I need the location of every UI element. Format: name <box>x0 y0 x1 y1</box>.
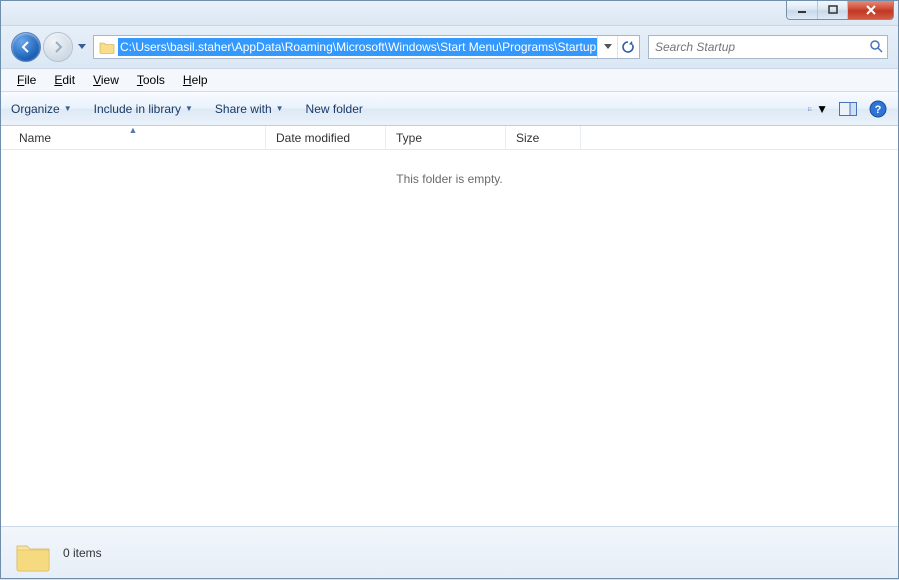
preview-pane-button[interactable] <box>838 99 858 119</box>
close-button[interactable] <box>847 1 893 19</box>
toolbar-right: ▼ ? <box>808 99 888 119</box>
empty-folder-message: This folder is empty. <box>1 150 898 186</box>
address-bar[interactable]: C:\Users\basil.staher\AppData\Roaming\Mi… <box>93 35 640 59</box>
svg-text:?: ? <box>875 104 882 116</box>
explorer-window: C:\Users\basil.staher\AppData\Roaming\Mi… <box>0 0 899 579</box>
chevron-down-icon: ▼ <box>185 104 193 113</box>
include-label: Include in library <box>94 102 181 116</box>
refresh-icon <box>621 40 635 54</box>
column-date-modified[interactable]: Date modified <box>266 126 386 149</box>
chevron-down-icon <box>78 44 86 50</box>
address-path[interactable]: C:\Users\basil.staher\AppData\Roaming\Mi… <box>118 38 597 56</box>
folder-large-icon <box>11 533 51 573</box>
nav-button-group <box>11 32 89 62</box>
status-bar: 0 items <box>1 526 898 578</box>
minimize-button[interactable] <box>787 1 817 19</box>
help-icon: ? <box>869 100 887 118</box>
new-folder-label: New folder <box>306 102 363 116</box>
column-name-label: Name <box>19 131 51 145</box>
column-name[interactable]: Name ▲ <box>1 126 266 149</box>
address-dropdown[interactable] <box>597 36 617 58</box>
organize-label: Organize <box>11 102 60 116</box>
file-list-area[interactable]: This folder is empty. <box>1 150 898 526</box>
menu-help[interactable]: Help <box>175 71 216 89</box>
menu-bar: File Edit View Tools Help <box>1 69 898 92</box>
menu-tools[interactable]: Tools <box>129 71 173 89</box>
arrow-left-icon <box>19 40 33 54</box>
back-button[interactable] <box>11 32 41 62</box>
view-list-icon <box>808 101 813 117</box>
status-item-count: 0 items <box>63 546 102 560</box>
search-box[interactable] <box>648 35 888 59</box>
column-type-label: Type <box>396 131 422 145</box>
menu-file[interactable]: File <box>9 71 44 89</box>
folder-icon <box>98 38 116 56</box>
column-type[interactable]: Type <box>386 126 506 149</box>
share-label: Share with <box>215 102 272 116</box>
window-controls <box>786 1 894 20</box>
preview-pane-icon <box>839 102 857 116</box>
column-size-label: Size <box>516 131 539 145</box>
maximize-button[interactable] <box>817 1 847 19</box>
help-button[interactable]: ? <box>868 99 888 119</box>
view-options-button[interactable]: ▼ <box>808 99 828 119</box>
new-folder-button[interactable]: New folder <box>306 102 363 116</box>
chevron-down-icon: ▼ <box>276 104 284 113</box>
chevron-down-icon: ▼ <box>816 102 828 116</box>
search-icon[interactable] <box>869 39 883 56</box>
nav-history-dropdown[interactable] <box>75 37 89 57</box>
share-with-button[interactable]: Share with ▼ <box>215 102 284 116</box>
menu-edit[interactable]: Edit <box>46 71 83 89</box>
organize-button[interactable]: Organize ▼ <box>11 102 72 116</box>
column-headers: Name ▲ Date modified Type Size <box>1 126 898 150</box>
navigation-row: C:\Users\basil.staher\AppData\Roaming\Mi… <box>1 25 898 69</box>
chevron-down-icon: ▼ <box>64 104 72 113</box>
refresh-button[interactable] <box>617 36 637 58</box>
arrow-right-icon <box>51 40 65 54</box>
sort-ascending-icon: ▲ <box>129 125 138 135</box>
toolbar: Organize ▼ Include in library ▼ Share wi… <box>1 92 898 126</box>
column-size[interactable]: Size <box>506 126 581 149</box>
chevron-down-icon <box>604 44 612 50</box>
include-in-library-button[interactable]: Include in library ▼ <box>94 102 193 116</box>
menu-view[interactable]: View <box>85 71 127 89</box>
search-input[interactable] <box>653 39 869 55</box>
forward-button[interactable] <box>43 32 73 62</box>
titlebar <box>1 1 898 25</box>
column-date-label: Date modified <box>276 131 350 145</box>
